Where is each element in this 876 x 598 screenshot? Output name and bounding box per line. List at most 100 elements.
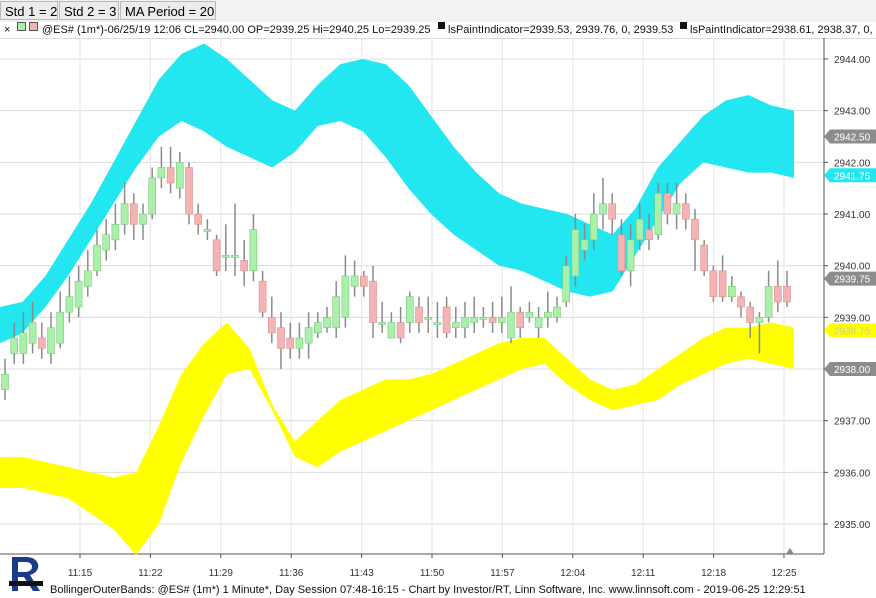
up-candle (74, 280, 83, 308)
scroll-end-icon (786, 548, 794, 554)
down-candle (359, 275, 368, 287)
close-icon[interactable]: × (4, 22, 10, 38)
down-candle (746, 306, 755, 323)
time-axis: 11:15 11:22 11:29 11:36 11:43 11:50 11:57 12:04… (68, 554, 797, 579)
down-candle (691, 218, 699, 241)
up-candle (451, 322, 460, 328)
std1-parameter[interactable]: Std 1 = 2 (0, 1, 58, 20)
chart-footer: BollingerOuterBands: @ES# (1m*) 1 Minute… (50, 584, 806, 596)
down-candle (258, 280, 267, 313)
up-candle (176, 162, 184, 189)
time-tick-label: 11:43 (349, 568, 374, 579)
price-label: 2938.00 (824, 362, 876, 376)
price-chart[interactable]: 2944.00 2943.00 2942.00 2941.00 2940.00 2939.… (0, 38, 876, 598)
price-labels-group: 2942.50 2941.75 2939.75 2938.75 2938.00 (786, 129, 876, 554)
lower-bollinger-band (0, 322, 794, 555)
up-candle (341, 275, 350, 318)
up-candle (562, 265, 571, 303)
down-candle (277, 327, 285, 349)
time-tick-label: 11:36 (279, 568, 304, 579)
down-candle (166, 167, 175, 184)
price-label: 2939.75 (824, 271, 876, 286)
down-candle (681, 203, 690, 220)
down-candle (37, 337, 46, 349)
up-candle (470, 317, 479, 323)
up-candle (111, 224, 120, 241)
up-candle (461, 317, 469, 328)
up-candle (350, 275, 359, 287)
up-candle (727, 286, 736, 297)
time-tick-label: 12:11 (631, 568, 656, 579)
down-candle (369, 280, 377, 323)
down-candle (442, 306, 451, 334)
up-candle (534, 317, 543, 328)
down-candle (663, 193, 672, 215)
up-candle (635, 218, 644, 241)
time-tick-label: 11:22 (138, 568, 163, 579)
down-candle (617, 234, 626, 272)
up-candle (313, 322, 322, 334)
up-candle (424, 317, 433, 320)
price-tick-label: 2939.00 (834, 313, 871, 324)
price-tick-label: 2941.00 (834, 210, 871, 221)
up-candle (433, 322, 442, 325)
down-candle (718, 270, 727, 297)
down-candle (516, 311, 525, 328)
up-candle (764, 286, 773, 318)
down-candle (773, 286, 782, 303)
up-candle (580, 239, 589, 251)
up-candle (231, 255, 239, 258)
up-candle (295, 337, 304, 349)
price-tick-label: 2937.00 (834, 417, 871, 428)
down-candle (415, 306, 423, 323)
up-candle (672, 203, 681, 215)
up-candle (405, 296, 414, 323)
price-label: 2942.50 (824, 129, 876, 144)
price-axis: 2944.00 2943.00 2942.00 2941.00 2940.00 2939.… (824, 55, 871, 531)
up-candle (93, 244, 101, 272)
time-tick-label: 12:18 (701, 568, 726, 579)
down-candle (212, 239, 221, 272)
ma-period-parameter[interactable]: MA Period = 20 (120, 1, 216, 20)
time-tick-label: 11:29 (209, 568, 234, 579)
price-tick-label: 2944.00 (834, 55, 871, 66)
down-candle (737, 296, 745, 308)
std2-parameter[interactable]: Std 2 = 3 (59, 1, 119, 20)
down-candle (240, 260, 248, 272)
up-candle (387, 322, 396, 339)
up-candle (571, 229, 580, 277)
down-candle (709, 270, 718, 297)
price-tick-label: 2943.00 (834, 107, 871, 118)
down-candle (267, 317, 276, 334)
up-candle (479, 317, 488, 320)
price-label: 2941.75 (824, 168, 876, 183)
up-candle (525, 311, 534, 318)
down-candle (783, 286, 791, 303)
up-candle (157, 167, 166, 179)
symbol-quote-text: @ES# (1m*)-06/25/19 12:06 CL=2940.00 OP=… (42, 24, 431, 36)
price-tick-label: 2936.00 (834, 468, 871, 479)
up-candle (553, 306, 561, 318)
price-tick-label: 2942.00 (834, 158, 871, 169)
up-candle-swatch-icon (17, 22, 26, 31)
up-candle (10, 337, 18, 354)
down-candle (286, 337, 295, 349)
up-candle (65, 296, 74, 313)
up-candle (626, 239, 635, 272)
time-tick-label: 12:25 (771, 568, 796, 579)
up-candle (323, 317, 331, 328)
price-label-text: 2938.75 (834, 326, 871, 337)
down-candle (700, 244, 709, 272)
up-candle (249, 229, 258, 272)
up-candle (589, 213, 598, 241)
up-candle (1, 373, 9, 390)
up-candle (203, 229, 212, 232)
time-tick-label: 11:50 (420, 568, 445, 579)
time-tick-label: 12:04 (560, 568, 585, 579)
up-candle (148, 177, 156, 215)
indicator2-color-icon (680, 22, 687, 29)
up-candle (755, 317, 764, 323)
up-candle (599, 203, 607, 215)
up-candle (56, 311, 65, 344)
down-candle (645, 229, 653, 241)
